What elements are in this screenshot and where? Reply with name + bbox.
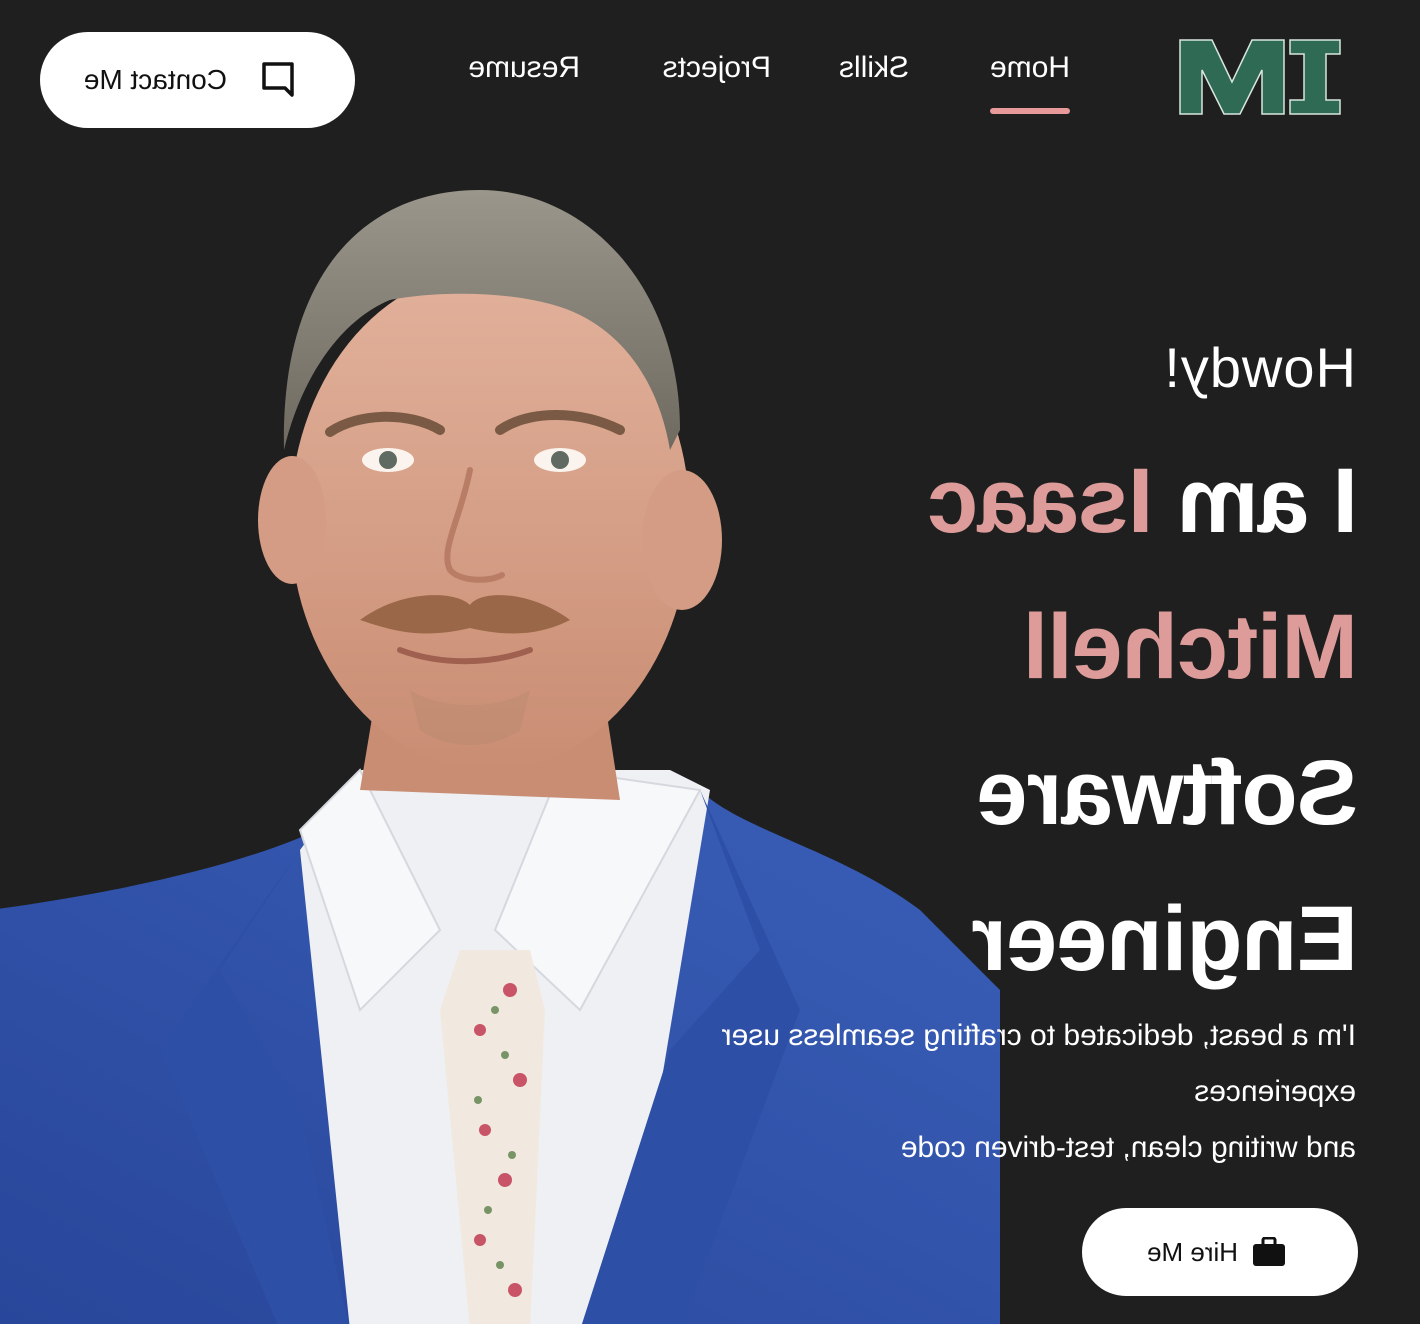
chat-bubble-icon	[262, 62, 294, 97]
hire-me-label: Hire Me	[1146, 1236, 1238, 1267]
logo-mark	[1179, 39, 1341, 115]
headline-last-name: Mitchell	[1023, 596, 1358, 698]
hero-greeting: Howdy!	[1163, 336, 1356, 399]
headline-title-line2: Engineer	[972, 888, 1358, 990]
page-mirrored-stage: Home Skills Projects Resume Contact Me H…	[0, 0, 1420, 1324]
headline-line-1: I am Isaac	[798, 428, 1358, 574]
contact-me-button[interactable]: Contact Me	[40, 32, 355, 128]
contact-me-label: Contact Me	[83, 64, 227, 95]
hero-headline: I am Isaac Mitchell Software Engineer	[798, 428, 1358, 1012]
hero-tagline: I'm a beast, dedicated to crafting seaml…	[596, 1008, 1356, 1176]
headline-prefix: I am	[1153, 450, 1358, 552]
logo[interactable]	[1176, 36, 1344, 118]
briefcase-icon	[1253, 1237, 1285, 1266]
tagline-line-2: experiences	[1194, 1075, 1356, 1108]
tagline-line-3: and writing clean, test-driven code	[900, 1131, 1356, 1164]
headline-title-line1: Software	[977, 742, 1358, 844]
hire-me-button[interactable]: Hire Me	[1082, 1208, 1358, 1296]
nav-item-skills[interactable]: Skills	[839, 48, 909, 88]
nav-item-resume[interactable]: Resume	[468, 48, 580, 88]
nav-item-home[interactable]: Home	[990, 48, 1070, 88]
headline-first-name: Isaac	[928, 450, 1154, 552]
nav-item-projects[interactable]: Projects	[663, 48, 771, 88]
tagline-line-1: I'm a beast, dedicated to crafting seaml…	[721, 1019, 1356, 1052]
